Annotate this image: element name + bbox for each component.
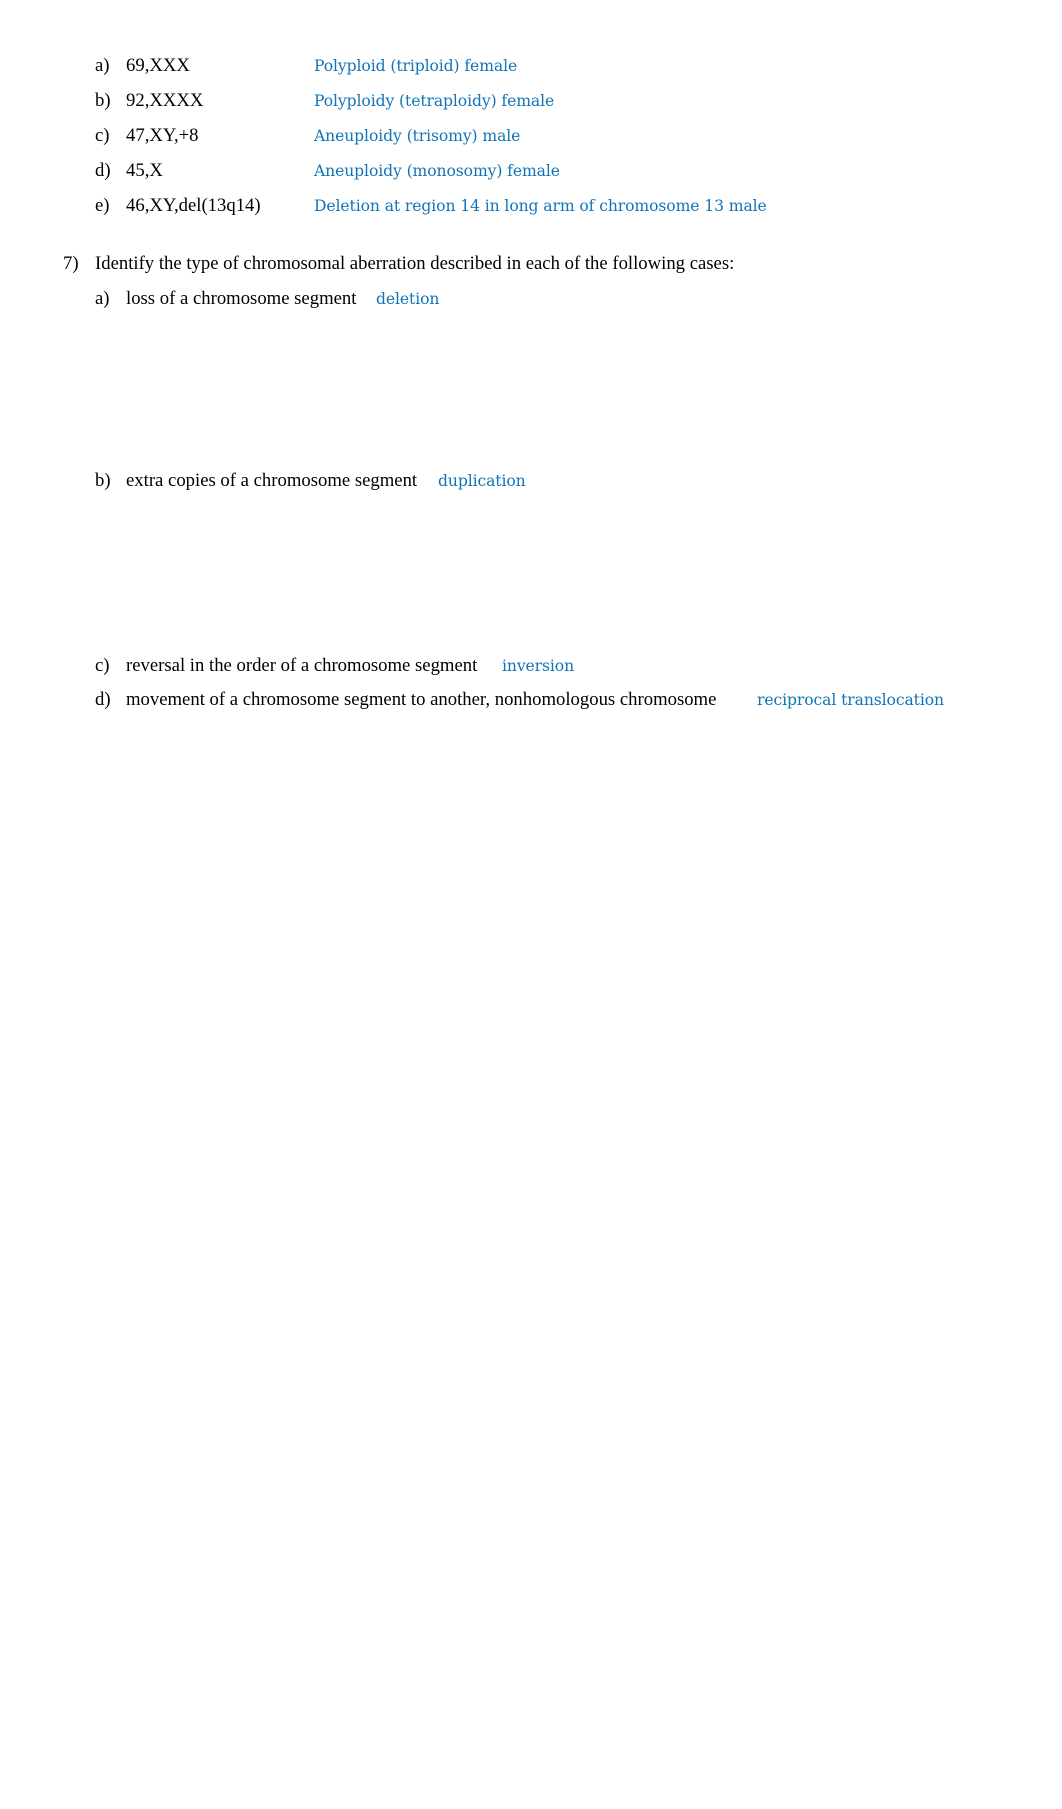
item-label: b)	[95, 90, 111, 111]
aberration-description: extra copies of a chromosome segment	[126, 470, 418, 491]
answer-text: Polyploidy (tetraploidy) female	[314, 92, 555, 110]
karyotype-value: 69,XXX	[126, 55, 190, 76]
item-label: c)	[95, 125, 110, 146]
karyotype-value: 92,XXXX	[126, 90, 204, 111]
question-prompt: Identify the type of chromosomal aberrat…	[95, 253, 735, 274]
answer-text: Polyploid (triploid) female	[314, 57, 518, 75]
answer-text: inversion	[502, 657, 575, 675]
item-label: b)	[95, 470, 111, 491]
aberration-description: movement of a chromosome segment to anot…	[126, 689, 717, 710]
aberration-description: reversal in the order of a chromosome se…	[126, 655, 478, 676]
answer-text: duplication	[438, 472, 526, 490]
question-number: 7)	[63, 253, 79, 274]
aberration-description: loss of a chromosome segment	[126, 288, 357, 309]
karyotype-value: 45,X	[126, 160, 163, 181]
answer-text: deletion	[376, 290, 440, 308]
answer-text: Aneuploidy (monosomy) female	[314, 162, 560, 180]
item-label: d)	[95, 160, 111, 181]
item-label: d)	[95, 689, 111, 710]
answer-text: Aneuploidy (trisomy) male	[314, 127, 521, 145]
answer-text: reciprocal translocation	[757, 691, 944, 709]
item-label: e)	[95, 195, 110, 216]
karyotype-value: 47,XY,+8	[126, 125, 199, 146]
karyotype-value: 46,XY,del(13q14)	[126, 195, 261, 216]
item-label: a)	[95, 55, 110, 76]
item-label: c)	[95, 655, 110, 676]
item-label: a)	[95, 288, 110, 309]
answer-text: Deletion at region 14 in long arm of chr…	[314, 197, 767, 215]
